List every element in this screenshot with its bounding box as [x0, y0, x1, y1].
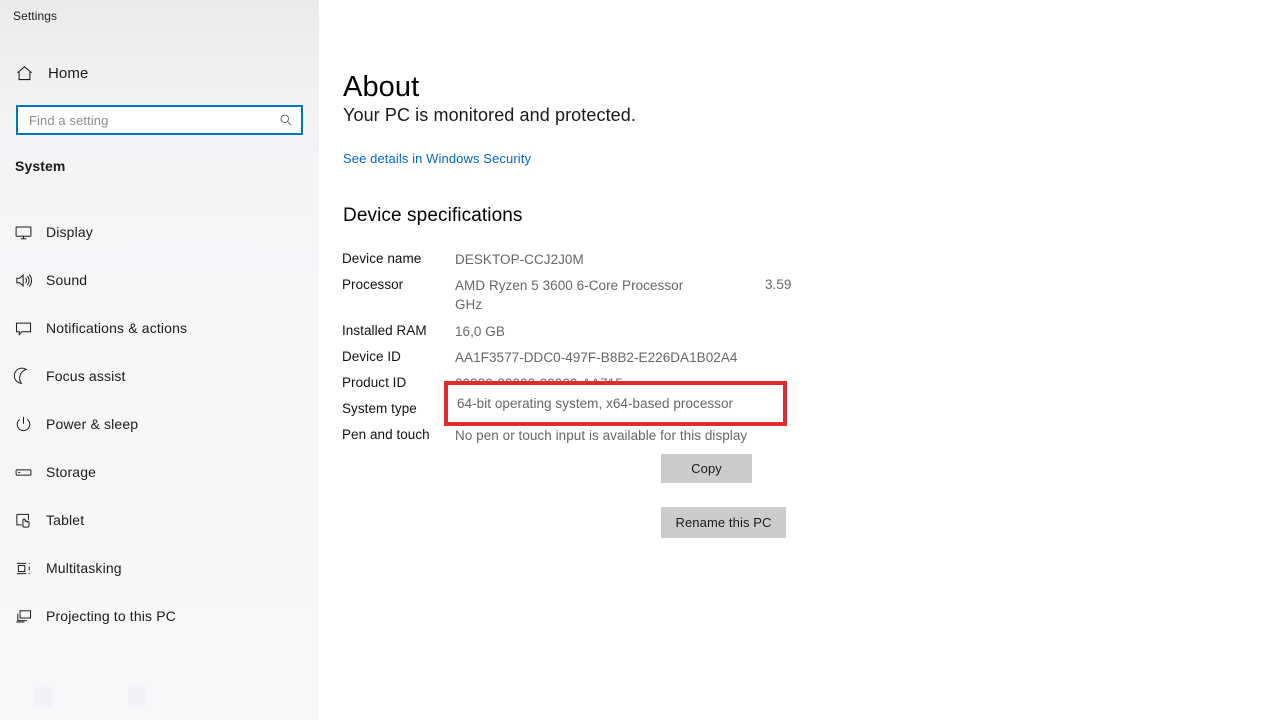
project-screen-icon — [0, 607, 46, 626]
spec-key: Processor — [342, 277, 404, 292]
monitor-icon — [0, 223, 46, 242]
app-title: Settings — [13, 9, 58, 23]
sidebar-item-focus-assist[interactable]: Focus assist — [0, 352, 319, 400]
search-placeholder: Find a setting — [29, 112, 109, 128]
sidebar: Settings Home Find a setting System Disp… — [0, 0, 319, 720]
spec-value-line2: GHz — [455, 297, 483, 312]
spec-key: Product ID — [342, 375, 407, 390]
spec-value: DESKTOP-CCJ2J0M — [455, 252, 584, 267]
sidebar-label: Tablet — [46, 512, 85, 528]
spec-value: AMD Ryzen 5 3600 6-Core Processor GHz — [455, 276, 703, 314]
drive-icon — [0, 463, 46, 482]
sidebar-label: Notifications & actions — [46, 320, 188, 336]
device-specifications-heading: Device specifications — [343, 205, 523, 226]
spec-value: 00330-80000-00000-AA715 — [455, 376, 623, 391]
spec-row-device-id: Device ID AA1F3577-DDC0-497F-B8B2-E226DA… — [342, 348, 812, 367]
chat-bubble-icon — [0, 319, 46, 338]
protection-status-text: Your PC is monitored and protected. — [343, 105, 637, 125]
sidebar-label: Focus assist — [46, 368, 126, 384]
multitask-icon — [0, 559, 46, 578]
sidebar-item-multitasking[interactable]: Multitasking — [0, 544, 319, 592]
speaker-icon — [0, 271, 46, 290]
spec-key: Device name — [342, 251, 422, 266]
sidebar-item-sound[interactable]: Sound — [0, 256, 319, 304]
sidebar-artifact — [128, 687, 146, 707]
spec-row-device-name: Device name DESKTOP-CCJ2J0M — [342, 250, 812, 269]
main-content: About Your PC is monitored and protected… — [319, 0, 1280, 720]
spec-value: No pen or touch input is available for t… — [455, 428, 748, 443]
sidebar-label: Sound — [46, 272, 88, 288]
spec-key: Pen and touch — [342, 427, 430, 442]
tablet-hand-icon — [0, 511, 46, 530]
sidebar-section-title: System — [15, 158, 66, 174]
spec-value: AA1F3577-DDC0-497F-B8B2-E226DA1B02A4 — [455, 350, 738, 365]
sidebar-item-home[interactable]: Home — [0, 57, 319, 89]
search-input[interactable]: Find a setting — [16, 105, 303, 135]
sidebar-item-notifications[interactable]: Notifications & actions — [0, 304, 319, 352]
spec-key: System type — [342, 401, 417, 416]
spec-value-line1: AMD Ryzen 5 3600 6-Core Processor — [455, 278, 684, 293]
sidebar-label: Multitasking — [46, 560, 122, 576]
title-bar: Settings — [0, 0, 319, 32]
sidebar-item-projecting[interactable]: Projecting to this PC — [0, 592, 319, 640]
sidebar-item-storage[interactable]: Storage — [0, 448, 319, 496]
spec-value-clockspeed: 3.59 — [765, 277, 792, 292]
copy-button[interactable]: Copy — [661, 454, 752, 483]
moon-icon — [0, 367, 46, 386]
spec-row-processor: Processor AMD Ryzen 5 3600 6-Core Proces… — [342, 276, 812, 314]
highlighted-system-type-value: 64-bit operating system, x64-based proce… — [457, 396, 734, 411]
sidebar-label: Display — [46, 224, 93, 240]
sidebar-item-display[interactable]: Display — [0, 208, 319, 256]
spec-row-pen-and-touch: Pen and touch No pen or touch input is a… — [342, 426, 812, 445]
rename-this-pc-button[interactable]: Rename this PC — [661, 507, 786, 538]
device-specifications-table: Device name DESKTOP-CCJ2J0M Processor AM… — [342, 250, 812, 452]
settings-window: Settings Home Find a setting System Disp… — [0, 0, 1280, 720]
search-icon[interactable] — [271, 113, 301, 127]
power-icon — [0, 415, 46, 434]
spec-key: Device ID — [342, 349, 401, 364]
windows-security-link[interactable]: See details in Windows Security — [343, 151, 531, 166]
home-icon — [0, 64, 48, 83]
sidebar-artifact — [34, 687, 52, 707]
spec-row-product-id: Product ID 00330-80000-00000-AA715 — [342, 374, 812, 393]
sidebar-item-power-sleep[interactable]: Power & sleep — [0, 400, 319, 448]
page-title: About — [343, 71, 420, 104]
spec-row-installed-ram: Installed RAM 16,0 GB — [342, 322, 812, 341]
sidebar-label: Power & sleep — [46, 416, 139, 432]
sidebar-nav-list: Display Sound Notifications & actions Fo… — [0, 208, 319, 640]
sidebar-label: Storage — [46, 464, 97, 480]
sidebar-home-label: Home — [48, 64, 89, 82]
sidebar-label: Projecting to this PC — [46, 608, 176, 624]
spec-key: Installed RAM — [342, 323, 427, 338]
spec-value: 16,0 GB — [455, 324, 505, 339]
sidebar-item-tablet[interactable]: Tablet — [0, 496, 319, 544]
